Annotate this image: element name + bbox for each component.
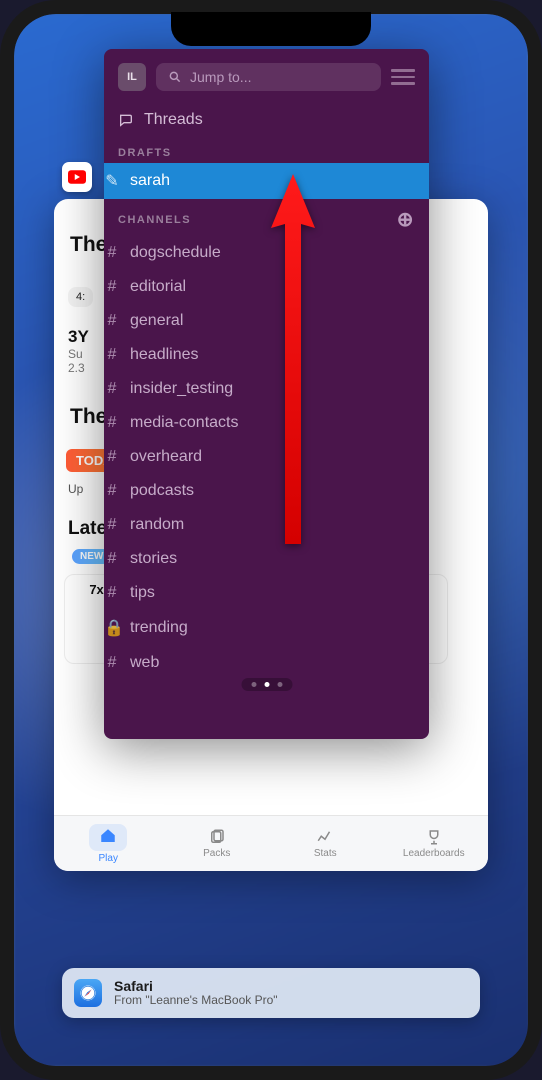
channel-item[interactable]: #random bbox=[104, 508, 429, 542]
hash-icon: # bbox=[104, 414, 120, 432]
hash-icon: # bbox=[104, 448, 120, 466]
channel-item[interactable]: #stories bbox=[104, 542, 429, 576]
draft-item[interactable]: ✎sarah bbox=[104, 163, 429, 199]
hash-icon: # bbox=[104, 516, 120, 534]
drafts-header: DRAFTS bbox=[118, 139, 415, 163]
tab-leaderboards[interactable]: Leaderboards bbox=[380, 816, 489, 871]
safari-icon bbox=[74, 979, 102, 1007]
hash-icon: # bbox=[104, 278, 120, 296]
hash-icon: # bbox=[104, 550, 120, 568]
channel-item[interactable]: #podcasts bbox=[104, 474, 429, 508]
hash-icon: # bbox=[104, 380, 120, 398]
hash-icon: # bbox=[104, 654, 120, 672]
channel-item[interactable]: #headlines bbox=[104, 338, 429, 372]
handoff-source: From "Leanne's MacBook Pro" bbox=[114, 994, 278, 1007]
page-indicator bbox=[241, 678, 292, 691]
handoff-banner[interactable]: Safari From "Leanne's MacBook Pro" bbox=[62, 968, 480, 1018]
jump-to-search[interactable]: Jump to... bbox=[156, 63, 381, 91]
handoff-app: Safari bbox=[114, 979, 278, 994]
search-icon bbox=[168, 70, 182, 84]
channel-item[interactable]: #insider_testing bbox=[104, 372, 429, 406]
youtube-app-icon[interactable] bbox=[62, 162, 92, 192]
channel-item[interactable]: #dogschedule bbox=[104, 236, 429, 270]
threads-icon bbox=[118, 112, 134, 128]
add-channel-icon[interactable]: ⊕ bbox=[397, 207, 415, 232]
channel-item[interactable]: #editorial bbox=[104, 270, 429, 304]
channel-item[interactable]: 🔒trending bbox=[104, 610, 429, 646]
hash-icon: # bbox=[104, 346, 120, 364]
channels-header: CHANNELS ⊕ bbox=[118, 199, 415, 236]
hash-icon: # bbox=[104, 482, 120, 500]
pencil-icon: ✎ bbox=[104, 171, 120, 191]
tab-play[interactable]: Play bbox=[54, 816, 163, 871]
app-switcher[interactable]: The D 4: 3Y Su 2.3 The D TODA Up Latest … bbox=[14, 14, 528, 1066]
channel-item[interactable]: #web bbox=[104, 646, 429, 680]
tab-packs[interactable]: Packs bbox=[163, 816, 272, 871]
workspace-avatar[interactable]: IL bbox=[118, 63, 146, 91]
hash-icon: # bbox=[104, 312, 120, 330]
bottom-tabbar: Play Packs Stats Leaderboards bbox=[54, 815, 488, 871]
threads-link[interactable]: Threads bbox=[118, 101, 415, 139]
channel-item[interactable]: #general bbox=[104, 304, 429, 338]
hash-icon: # bbox=[104, 244, 120, 262]
channel-item[interactable]: #media-contacts bbox=[104, 406, 429, 440]
channel-item[interactable]: #tips bbox=[104, 576, 429, 610]
hash-icon: # bbox=[104, 584, 120, 602]
app-card-slack[interactable]: IL Jump to... Threads DRAFTS ✎sarah bbox=[104, 49, 429, 739]
channel-item[interactable]: #overheard bbox=[104, 440, 429, 474]
lock-icon: 🔒 bbox=[104, 618, 120, 638]
tab-stats[interactable]: Stats bbox=[271, 816, 380, 871]
hamburger-icon[interactable] bbox=[391, 65, 415, 89]
time-chip: 4: bbox=[68, 287, 93, 307]
